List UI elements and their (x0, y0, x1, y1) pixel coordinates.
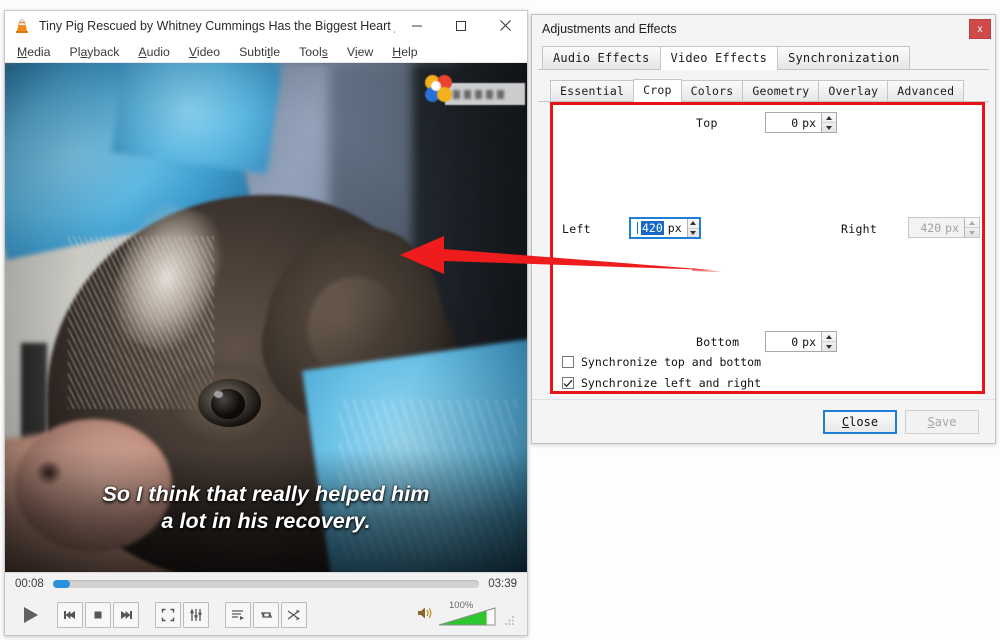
volume-area: 100% (417, 600, 519, 627)
crop-top-spinbox[interactable]: 0 px (765, 112, 837, 133)
sync-left-right-row[interactable]: Synchronize left and right (562, 376, 761, 390)
crop-right-decrement[interactable] (965, 228, 979, 237)
crop-bottom-increment[interactable] (822, 332, 836, 342)
crop-top-unit: px (802, 115, 816, 130)
sync-left-right-checkbox[interactable] (562, 377, 574, 389)
seek-progress (52, 580, 70, 588)
seek-slider[interactable] (52, 580, 480, 588)
tab-essential[interactable]: Essential (550, 80, 635, 101)
sync-top-bottom-row[interactable]: Synchronize top and bottom (562, 355, 761, 369)
extended-settings-button[interactable] (183, 602, 209, 628)
screen: Tiny Pig Rescued by Whitney Cummings Has… (0, 0, 1000, 640)
crop-bottom-spinbox[interactable]: 0 px (765, 331, 837, 352)
video-display[interactable]: So I think that really helped him a lot … (5, 63, 527, 572)
subtitle-line-2: a lot in his recovery. (161, 509, 371, 534)
view-group (155, 602, 211, 628)
resize-grip[interactable] (503, 613, 515, 627)
tab-advanced[interactable]: Advanced (887, 80, 965, 101)
vlc-cone-icon (13, 18, 31, 34)
vlc-title-bar: Tiny Pig Rescued by Whitney Cummings Has… (5, 11, 527, 41)
news-channel-bug (417, 71, 525, 119)
previous-button[interactable] (57, 602, 83, 628)
player-controls: 00:08 03:39 100% (5, 572, 527, 635)
stop-button[interactable] (85, 602, 111, 628)
crop-bottom-stepper[interactable] (821, 332, 836, 351)
crop-left-increment[interactable] (687, 219, 699, 229)
crop-bottom-value: 0 (791, 334, 799, 349)
transport-buttons-row: 100% (5, 595, 527, 635)
dialog-title-bar: Adjustments and Effects x (532, 15, 995, 43)
menu-video[interactable]: Video (189, 45, 220, 59)
menu-audio[interactable]: Audio (138, 45, 169, 59)
shuffle-button[interactable] (281, 602, 307, 628)
next-button[interactable] (113, 602, 139, 628)
tab-colors[interactable]: Colors (680, 80, 744, 101)
crop-bottom-unit: px (802, 334, 816, 349)
crop-top-increment[interactable] (822, 113, 836, 123)
elapsed-time: 00:08 (15, 578, 44, 590)
adjustments-and-effects-dialog: Adjustments and Effects x Audio Effects … (531, 14, 996, 444)
menu-bar: Media Playback Audio Video Subtitle Tool… (5, 41, 527, 63)
fullscreen-button[interactable] (155, 602, 181, 628)
tab-geometry[interactable]: Geometry (742, 80, 820, 101)
crop-right-value: 420 (920, 220, 942, 235)
crop-right-unit: px (945, 220, 959, 235)
dialog-body: Audio Effects Video Effects Synchronizat… (532, 45, 995, 394)
main-tab-bar: Audio Effects Video Effects Synchronizat… (538, 45, 989, 70)
transport-group (57, 602, 141, 628)
total-time: 03:39 (488, 578, 517, 590)
crop-bottom-decrement[interactable] (822, 342, 836, 351)
play-button[interactable] (13, 599, 47, 631)
sync-top-bottom-label: Synchronize top and bottom (581, 355, 762, 369)
crop-left-value: 420 (641, 221, 664, 235)
dialog-close-icon[interactable]: x (969, 19, 991, 39)
crop-bottom-label: Bottom (696, 335, 740, 349)
playlist-button[interactable] (225, 602, 251, 628)
menu-tools[interactable]: Tools (299, 45, 328, 59)
crop-left-decrement[interactable] (688, 229, 699, 238)
menu-view[interactable]: View (347, 45, 373, 59)
close-button[interactable]: Close (823, 409, 897, 434)
crop-left-stepper[interactable] (686, 219, 699, 238)
crop-right-increment[interactable] (965, 218, 979, 228)
menu-help[interactable]: Help (392, 45, 417, 59)
tab-video-effects[interactable]: Video Effects (659, 46, 779, 70)
dialog-footer: Close Save (532, 399, 995, 443)
playlist-group (225, 602, 309, 628)
crop-top-stepper[interactable] (821, 113, 836, 132)
crop-right-stepper[interactable] (964, 218, 979, 237)
minimize-button[interactable] (395, 11, 439, 40)
video-subtitle: So I think that really helped him a lot … (5, 481, 527, 536)
crop-top-decrement[interactable] (822, 123, 836, 132)
volume-slider[interactable]: 100% (439, 600, 499, 627)
tab-audio-effects[interactable]: Audio Effects (542, 46, 661, 69)
close-button[interactable] (483, 11, 527, 40)
crop-top-label: Top (696, 116, 718, 130)
crop-settings-panel: Top 0 px Left 420 px Right 420 px Bottom… (550, 102, 985, 394)
tab-overlay[interactable]: Overlay (818, 80, 889, 101)
window-title: Tiny Pig Rescued by Whitney Cummings Has… (39, 18, 395, 33)
sync-left-right-label: Synchronize left and right (581, 376, 762, 390)
crop-top-value: 0 (791, 115, 799, 130)
speaker-icon[interactable] (417, 605, 435, 626)
video-effects-sub-tab-bar: Essential Crop Colors Geometry Overlay A… (538, 78, 989, 102)
crop-right-label: Right (841, 222, 878, 236)
tab-synchronization[interactable]: Synchronization (777, 46, 911, 69)
menu-media[interactable]: Media (17, 45, 51, 59)
crop-right-spinbox[interactable]: 420 px (908, 217, 980, 238)
crop-left-label: Left (562, 222, 591, 236)
vlc-player-window: Tiny Pig Rescued by Whitney Cummings Has… (4, 10, 528, 636)
save-button[interactable]: Save (905, 409, 979, 434)
crop-left-spinbox[interactable]: 420 px (629, 217, 701, 239)
crop-left-unit: px (667, 221, 682, 235)
menu-subtitle[interactable]: Subtitle (239, 45, 280, 59)
dialog-title: Adjustments and Effects (542, 22, 677, 36)
tab-crop[interactable]: Crop (633, 79, 682, 102)
loop-button[interactable] (253, 602, 279, 628)
maximize-button[interactable] (439, 11, 483, 40)
subtitle-line-1: So I think that really helped him (102, 481, 430, 506)
seek-bar-row: 00:08 03:39 (5, 573, 527, 595)
menu-playback[interactable]: Playback (70, 45, 120, 59)
sync-top-bottom-checkbox[interactable] (562, 356, 574, 368)
